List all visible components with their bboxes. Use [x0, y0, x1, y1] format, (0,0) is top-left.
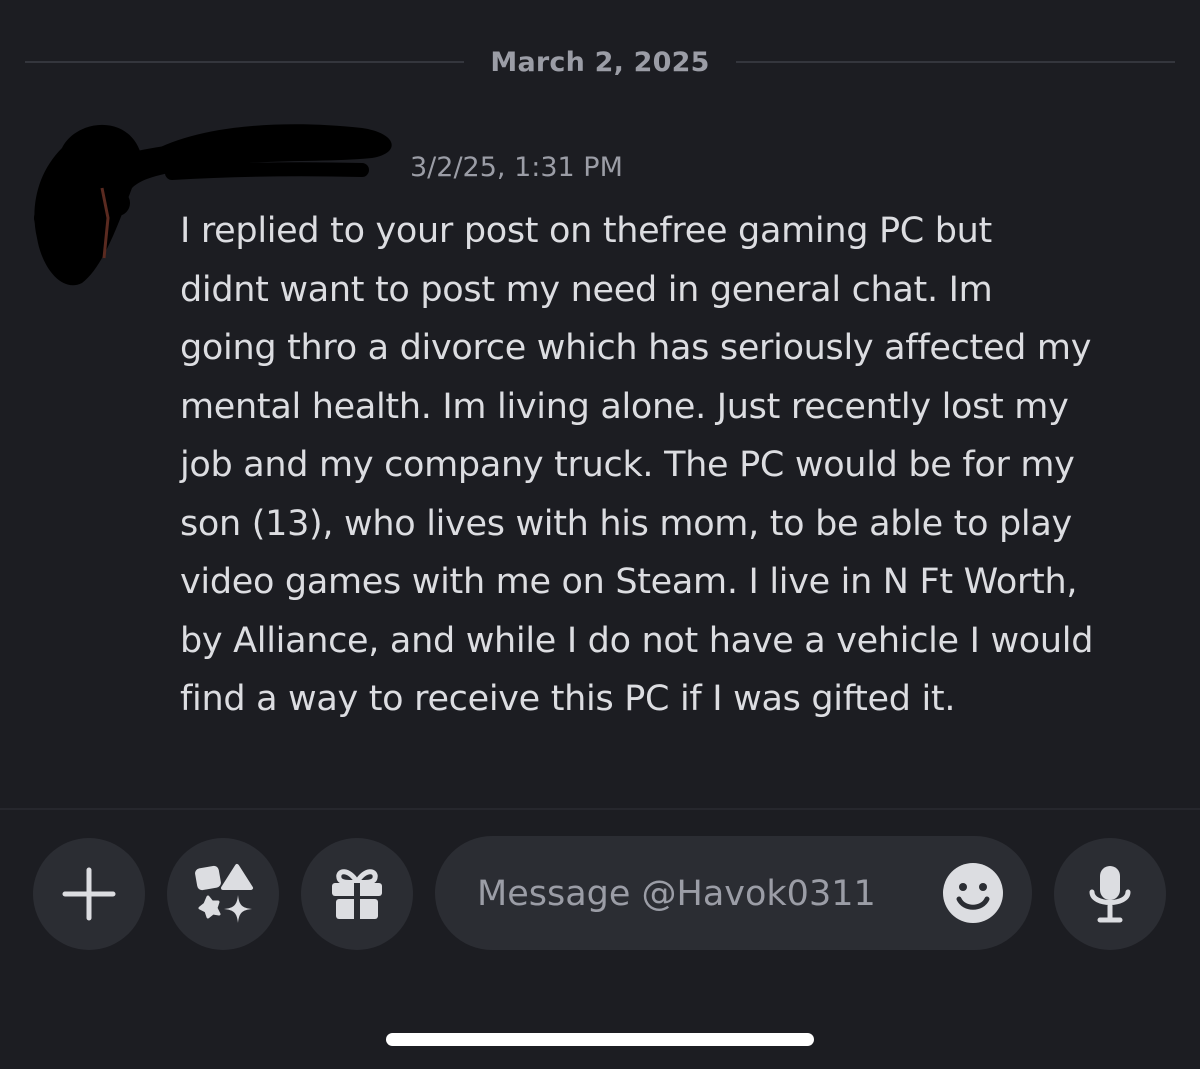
plus-icon [62, 867, 116, 921]
date-divider: March 2, 2025 [25, 40, 1176, 84]
message-input[interactable] [475, 836, 919, 952]
apps-icon [195, 864, 253, 923]
emoji-icon[interactable] [942, 862, 1004, 924]
divider-line-left [25, 61, 465, 63]
add-attachment-button[interactable] [33, 838, 145, 950]
divider-line-right [735, 61, 1176, 63]
apps-button[interactable] [167, 838, 279, 950]
composer-separator [0, 808, 1200, 810]
home-indicator[interactable] [386, 1033, 814, 1046]
gift-icon [332, 869, 382, 919]
voice-message-button[interactable] [1054, 838, 1166, 950]
message-text: I replied to your post on thefree gaming… [180, 211, 1094, 719]
date-divider-label: March 2, 2025 [490, 46, 710, 78]
message-input-container[interactable] [435, 836, 1032, 952]
message-timestamp: 3/2/25, 1:31 PM [410, 152, 623, 183]
gift-button[interactable] [301, 838, 413, 950]
microphone-icon [1089, 866, 1131, 923]
